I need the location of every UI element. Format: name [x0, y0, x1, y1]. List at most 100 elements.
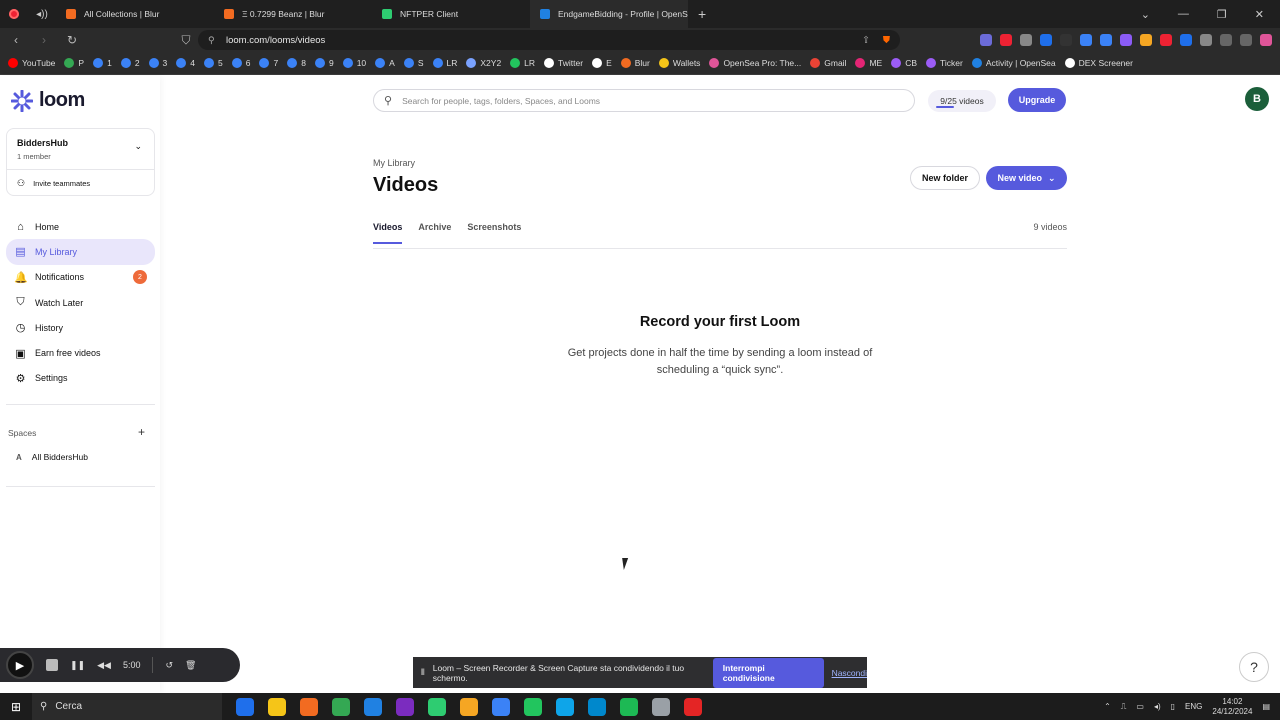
sidebar-item-settings[interactable]: ⚙ Settings: [6, 366, 155, 391]
sidebar-item-home[interactable]: ⌂ Home: [6, 214, 155, 239]
breadcrumb[interactable]: My Library: [373, 158, 415, 168]
sidebar-item-earn-free-videos[interactable]: ▣ Earn free videos: [6, 340, 155, 365]
bookmark-item[interactable]: 7: [259, 58, 278, 68]
stop-recording-button[interactable]: [46, 659, 58, 671]
bookmark-item[interactable]: X2Y2: [466, 58, 501, 68]
minimize-icon[interactable]: —: [1178, 8, 1189, 21]
sidebar-item-my-library[interactable]: ▤ My Library: [6, 239, 155, 265]
taskbar-app-icon[interactable]: [332, 697, 350, 716]
tab-videos[interactable]: Videos: [373, 222, 403, 244]
upgrade-button[interactable]: Upgrade: [1008, 88, 1066, 112]
mute-icon[interactable]: ◂)): [28, 0, 56, 28]
profile-icon[interactable]: [1260, 34, 1272, 46]
taskbar-app-icon[interactable]: [620, 697, 638, 716]
reload-icon[interactable]: ↻: [62, 33, 82, 47]
chevron-down-icon[interactable]: ⌄: [134, 141, 142, 152]
bookmark-item[interactable]: YouTube: [8, 58, 55, 68]
bookmark-item[interactable]: 10: [342, 58, 366, 68]
video-quota[interactable]: 9/25 videos: [928, 90, 996, 112]
add-space-icon[interactable]: +: [138, 425, 145, 439]
extension-icon[interactable]: [1060, 34, 1072, 46]
bookmark-item[interactable]: CB: [891, 58, 917, 68]
brave-shield-icon[interactable]: ⛊: [883, 35, 890, 46]
tab-screenshots[interactable]: Screenshots: [467, 222, 521, 244]
back-icon[interactable]: ‹: [6, 33, 26, 47]
extension-icon[interactable]: [1160, 34, 1172, 46]
clock[interactable]: 14:02 24/12/2024: [1212, 697, 1252, 717]
taskbar-app-icon[interactable]: [428, 697, 446, 716]
taskbar-search[interactable]: ⚲ Cerca: [32, 693, 222, 720]
pause-icon[interactable]: ❚❚: [70, 660, 85, 671]
browser-tab[interactable]: NFTPER Client: [372, 0, 530, 28]
bookmark-item[interactable]: 1: [93, 58, 112, 68]
bookmark-item[interactable]: Activity | OpenSea: [971, 58, 1056, 68]
bookmark-item[interactable]: DEX Screener: [1064, 58, 1133, 68]
bookmark-item[interactable]: A: [375, 58, 395, 68]
windows-start-icon[interactable]: ⊞: [0, 700, 32, 714]
restore-icon[interactable]: ❐: [1217, 8, 1227, 21]
bookmark-item[interactable]: E: [592, 58, 612, 68]
usb-icon[interactable]: ⎍: [1121, 702, 1127, 712]
taskbar-app-icon[interactable]: [364, 697, 382, 716]
extension-icon[interactable]: [1180, 34, 1192, 46]
taskbar-app-icon[interactable]: [588, 697, 606, 716]
taskbar-app-icon[interactable]: [300, 697, 318, 716]
browser-tab[interactable]: All Collections | Blur: [56, 0, 214, 28]
loom-logo[interactable]: loom: [11, 89, 85, 112]
sidebar-item-notifications[interactable]: 🔔 Notifications 2: [6, 265, 155, 290]
extension-icon[interactable]: [1080, 34, 1092, 46]
taskbar-app-icon[interactable]: [396, 697, 414, 716]
taskbar-app-icon[interactable]: [268, 697, 286, 716]
bookmark-item[interactable]: 6: [231, 58, 250, 68]
taskbar-app-icon[interactable]: [236, 697, 254, 716]
extension-icon[interactable]: [1040, 34, 1052, 46]
extension-icon[interactable]: [980, 34, 992, 46]
sidebar-item-history[interactable]: ◷ History: [6, 315, 155, 340]
language-indicator[interactable]: ENG: [1185, 702, 1202, 711]
trash-icon[interactable]: 🗑: [185, 660, 196, 671]
restart-icon[interactable]: ↺: [165, 660, 173, 671]
notifications-icon[interactable]: ▤: [1262, 702, 1270, 711]
bookmark-item[interactable]: P: [64, 58, 84, 68]
extension-icon[interactable]: [1000, 34, 1012, 46]
bookmark-item[interactable]: Wallets: [658, 58, 700, 68]
drag-handle-icon[interactable]: ⦀: [421, 667, 425, 678]
bookmark-item[interactable]: S: [403, 58, 424, 68]
workspace-switcher[interactable]: BiddersHub 1 member ⌄ ⚇ Invite teammates: [6, 128, 155, 196]
browser-tab[interactable]: Ξ 0.7299 Beanz | Blur: [214, 0, 372, 28]
sidebar-item-watch-later[interactable]: ⛉ Watch Later: [6, 290, 155, 315]
taskbar-app-icon[interactable]: [492, 697, 510, 716]
bookmark-item[interactable]: LR: [510, 58, 535, 68]
bookmark-icon[interactable]: ⛉: [176, 33, 196, 48]
hide-link[interactable]: Nascondi: [832, 668, 867, 678]
bookmark-item[interactable]: 9: [314, 58, 334, 68]
sidebar-icon[interactable]: [1220, 34, 1232, 46]
invite-teammates-button[interactable]: ⚇ Invite teammates: [7, 169, 154, 196]
extension-icon[interactable]: [1120, 34, 1132, 46]
battery-icon[interactable]: ▯: [1171, 702, 1175, 711]
bookmark-item[interactable]: 8: [287, 58, 306, 68]
extension-icon[interactable]: [1140, 34, 1152, 46]
taskbar-app-icon[interactable]: [524, 697, 542, 716]
chevron-up-icon[interactable]: ⌃: [1104, 702, 1111, 711]
taskbar-app-icon[interactable]: [684, 697, 702, 716]
wallet-icon[interactable]: [1240, 34, 1252, 46]
taskbar-app-icon[interactable]: [652, 697, 670, 716]
network-icon[interactable]: ▭: [1136, 702, 1144, 711]
space-item-all-biddershub[interactable]: A All BiddersHub: [16, 452, 88, 462]
url-field[interactable]: ⚲ loom.com/looms/videos ⇪ ⛊: [198, 30, 900, 50]
bookmark-item[interactable]: OpenSea Pro: The...: [709, 58, 801, 68]
volume-icon[interactable]: ◂): [1154, 702, 1161, 711]
help-button[interactable]: ?: [1239, 652, 1269, 682]
close-icon[interactable]: ✕: [1255, 8, 1264, 21]
extension-icon[interactable]: [1100, 34, 1112, 46]
search-input[interactable]: ⚲ Search for people, tags, folders, Spac…: [373, 89, 915, 112]
new-tab-button[interactable]: +: [688, 6, 716, 22]
avatar[interactable]: B: [1245, 87, 1269, 111]
stop-sharing-button[interactable]: Interrompi condivisione: [712, 657, 824, 688]
bookmark-item[interactable]: Gmail: [810, 58, 846, 68]
bookmark-item[interactable]: Blur: [620, 58, 650, 68]
share-icon[interactable]: ⇪: [862, 35, 870, 46]
bookmark-item[interactable]: 3: [148, 58, 167, 68]
bookmark-item[interactable]: ME: [855, 58, 882, 68]
